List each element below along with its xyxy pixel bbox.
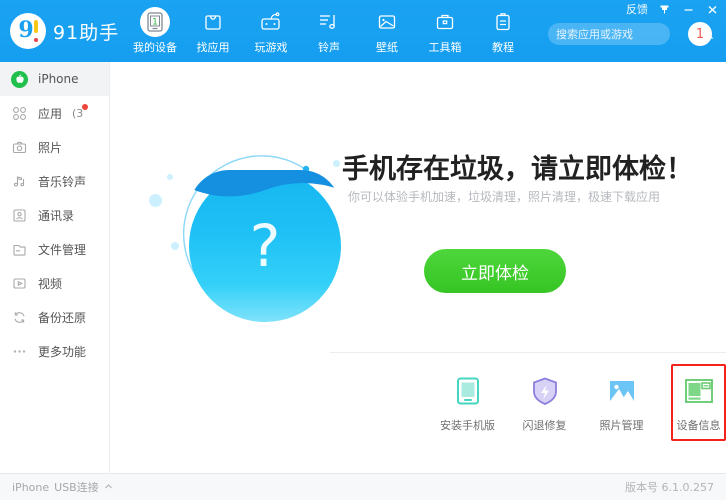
toolbox-icon (428, 7, 462, 37)
sidebar-item-label: 视频 (38, 276, 63, 291)
nav-item-wallpaper[interactable]: 壁纸 (358, 4, 416, 58)
start-checkup-button[interactable]: 立即体检 (424, 249, 566, 293)
blue-sphere-question-icon: ? (145, 132, 360, 332)
notification-badge-icon (82, 103, 89, 110)
sidebar-item-more[interactable]: 更多功能 (0, 334, 109, 368)
shortcut-label: 照片管理 (599, 419, 644, 432)
shortcut-crash-fix[interactable]: 闪退修复 (517, 364, 572, 441)
app-window: 9 91助手 1 我的设备 找应用 玩游戏 铃声 壁纸 工具箱 教程 反馈 搜索… (0, 0, 726, 500)
shortcut-label: 安装手机版 (440, 419, 495, 432)
device-info-icon (682, 374, 716, 408)
search-input[interactable] (556, 27, 701, 41)
bubble-icon (149, 194, 162, 207)
photo-mountain-icon (605, 374, 639, 408)
chevron-up-icon[interactable] (104, 481, 113, 494)
wallpaper-image-icon (370, 7, 404, 37)
main-content: ? 手机存在垃圾，请立即体检！ 你可以体验手机加速，垃圾清理，照片清理，极速下载… (110, 62, 726, 473)
music-note-icon (11, 173, 28, 190)
shortcut-label: 闪退修复 (522, 419, 567, 432)
nav-label: 工具箱 (428, 41, 462, 54)
nav-item-ringtones[interactable]: 铃声 (300, 4, 358, 58)
close-icon[interactable] (705, 2, 720, 17)
sidebar-item-label: 应用 (38, 106, 63, 121)
nav-label: 壁纸 (376, 41, 398, 54)
folder-icon (11, 241, 28, 258)
nav-label: 玩游戏 (254, 41, 288, 54)
version-label: 版本号 6.1.0.257 (625, 481, 714, 494)
nav-item-games[interactable]: 玩游戏 (242, 4, 300, 58)
pin-icon[interactable] (657, 2, 672, 17)
status-device-name: iPhone (12, 480, 50, 494)
apps-grid-icon (11, 105, 28, 122)
clipboard-icon (486, 7, 520, 37)
status-bar: iPhone USB连接 版本号 6.1.0.257 (0, 473, 726, 500)
sidebar-item-files[interactable]: 文件管理 (0, 232, 109, 266)
sidebar-item-music[interactable]: 音乐铃声 (0, 164, 109, 198)
feedback-button[interactable]: 反馈 (626, 1, 648, 17)
bubble-icon (167, 174, 173, 180)
account-avatar[interactable]: 1 (688, 22, 712, 46)
sidebar-item-label: 通讯录 (38, 208, 75, 223)
sidebar-item-video[interactable]: 视频 (0, 266, 109, 300)
section-divider (330, 352, 726, 353)
sidebar-item-contacts[interactable]: 通讯录 (0, 198, 109, 232)
refresh-restore-icon (11, 309, 28, 326)
shortcuts-row: 安装手机版 闪退修复 照片管理 设备信息 (440, 364, 726, 441)
nav-item-my-device[interactable]: 1 我的设备 (126, 4, 184, 58)
svg-text:1: 1 (152, 18, 158, 28)
connection-status[interactable]: iPhone USB连接 (12, 479, 113, 495)
shortcut-photo-manage[interactable]: 照片管理 (594, 364, 649, 441)
sidebar-item-label: 备份还原 (38, 310, 87, 325)
sidebar-item-label: 更多功能 (38, 344, 87, 359)
shield-bolt-icon (528, 374, 562, 408)
device-phone-icon: 1 (140, 7, 170, 37)
window-controls: 反馈 (626, 1, 720, 17)
nav-item-find-apps[interactable]: 找应用 (184, 4, 242, 58)
video-play-icon (11, 275, 28, 292)
more-dots-icon (11, 343, 28, 360)
gamepad-icon (254, 7, 288, 37)
music-note-icon (312, 7, 346, 37)
sidebar-item-backup[interactable]: 备份还原 (0, 300, 109, 334)
sidebar: iPhone 应用 (3 照片 音乐铃声 通讯录 文件管理 视频 备份还原 更多… (0, 62, 110, 473)
page-subtitle: 你可以体验手机加速，垃圾清理，照片清理，极速下载应用 (348, 190, 661, 204)
sidebar-item-iphone[interactable]: iPhone (0, 62, 109, 96)
sidebar-item-label: 文件管理 (38, 242, 87, 257)
contacts-icon (11, 207, 28, 224)
nav-label: 找应用 (196, 41, 230, 54)
camera-icon (11, 139, 28, 156)
apple-logo-icon (11, 70, 28, 88)
shortcut-device-info[interactable]: 设备信息 (671, 364, 726, 441)
app-logo: 9 91助手 (10, 13, 119, 49)
bubble-icon (333, 160, 340, 167)
nav-label: 铃声 (318, 41, 340, 54)
sidebar-item-label: iPhone (38, 72, 79, 86)
shortcut-label: 设备信息 (676, 419, 721, 432)
sidebar-item-apps[interactable]: 应用 (3 (0, 96, 109, 130)
nav-label: 教程 (492, 41, 514, 54)
sidebar-item-photos[interactable]: 照片 (0, 130, 109, 164)
logo-nine-text: 9 (18, 17, 34, 43)
question-mark-glyph: ? (249, 212, 281, 280)
main-nav: 1 我的设备 找应用 玩游戏 铃声 壁纸 工具箱 教程 (126, 4, 532, 60)
title-bar: 9 91助手 1 我的设备 找应用 玩游戏 铃声 壁纸 工具箱 教程 反馈 搜索… (0, 0, 726, 62)
page-title: 手机存在垃圾，请立即体检！ (342, 154, 693, 185)
shortcut-install-mobile[interactable]: 安装手机版 (440, 364, 495, 441)
status-connection-type: USB连接 (54, 481, 99, 494)
minimize-icon[interactable] (681, 2, 696, 17)
brand-name: 91助手 (53, 21, 120, 44)
search-box[interactable] (548, 23, 714, 45)
nav-item-tutorial[interactable]: 教程 (474, 4, 532, 58)
nav-item-toolbox[interactable]: 工具箱 (416, 4, 474, 58)
sidebar-item-label: 音乐铃声 (38, 174, 87, 189)
bubble-icon (171, 242, 179, 250)
nav-label: 我的设备 (133, 41, 177, 54)
app-bag-icon (196, 7, 230, 37)
install-phone-icon (451, 374, 485, 408)
logo-exclamation-icon (34, 20, 38, 33)
logo-badge-icon: 9 (10, 13, 46, 49)
sidebar-item-label: 照片 (38, 140, 63, 155)
sidebar-item-count: (3 (72, 103, 89, 120)
logo-dot-icon (34, 38, 38, 42)
